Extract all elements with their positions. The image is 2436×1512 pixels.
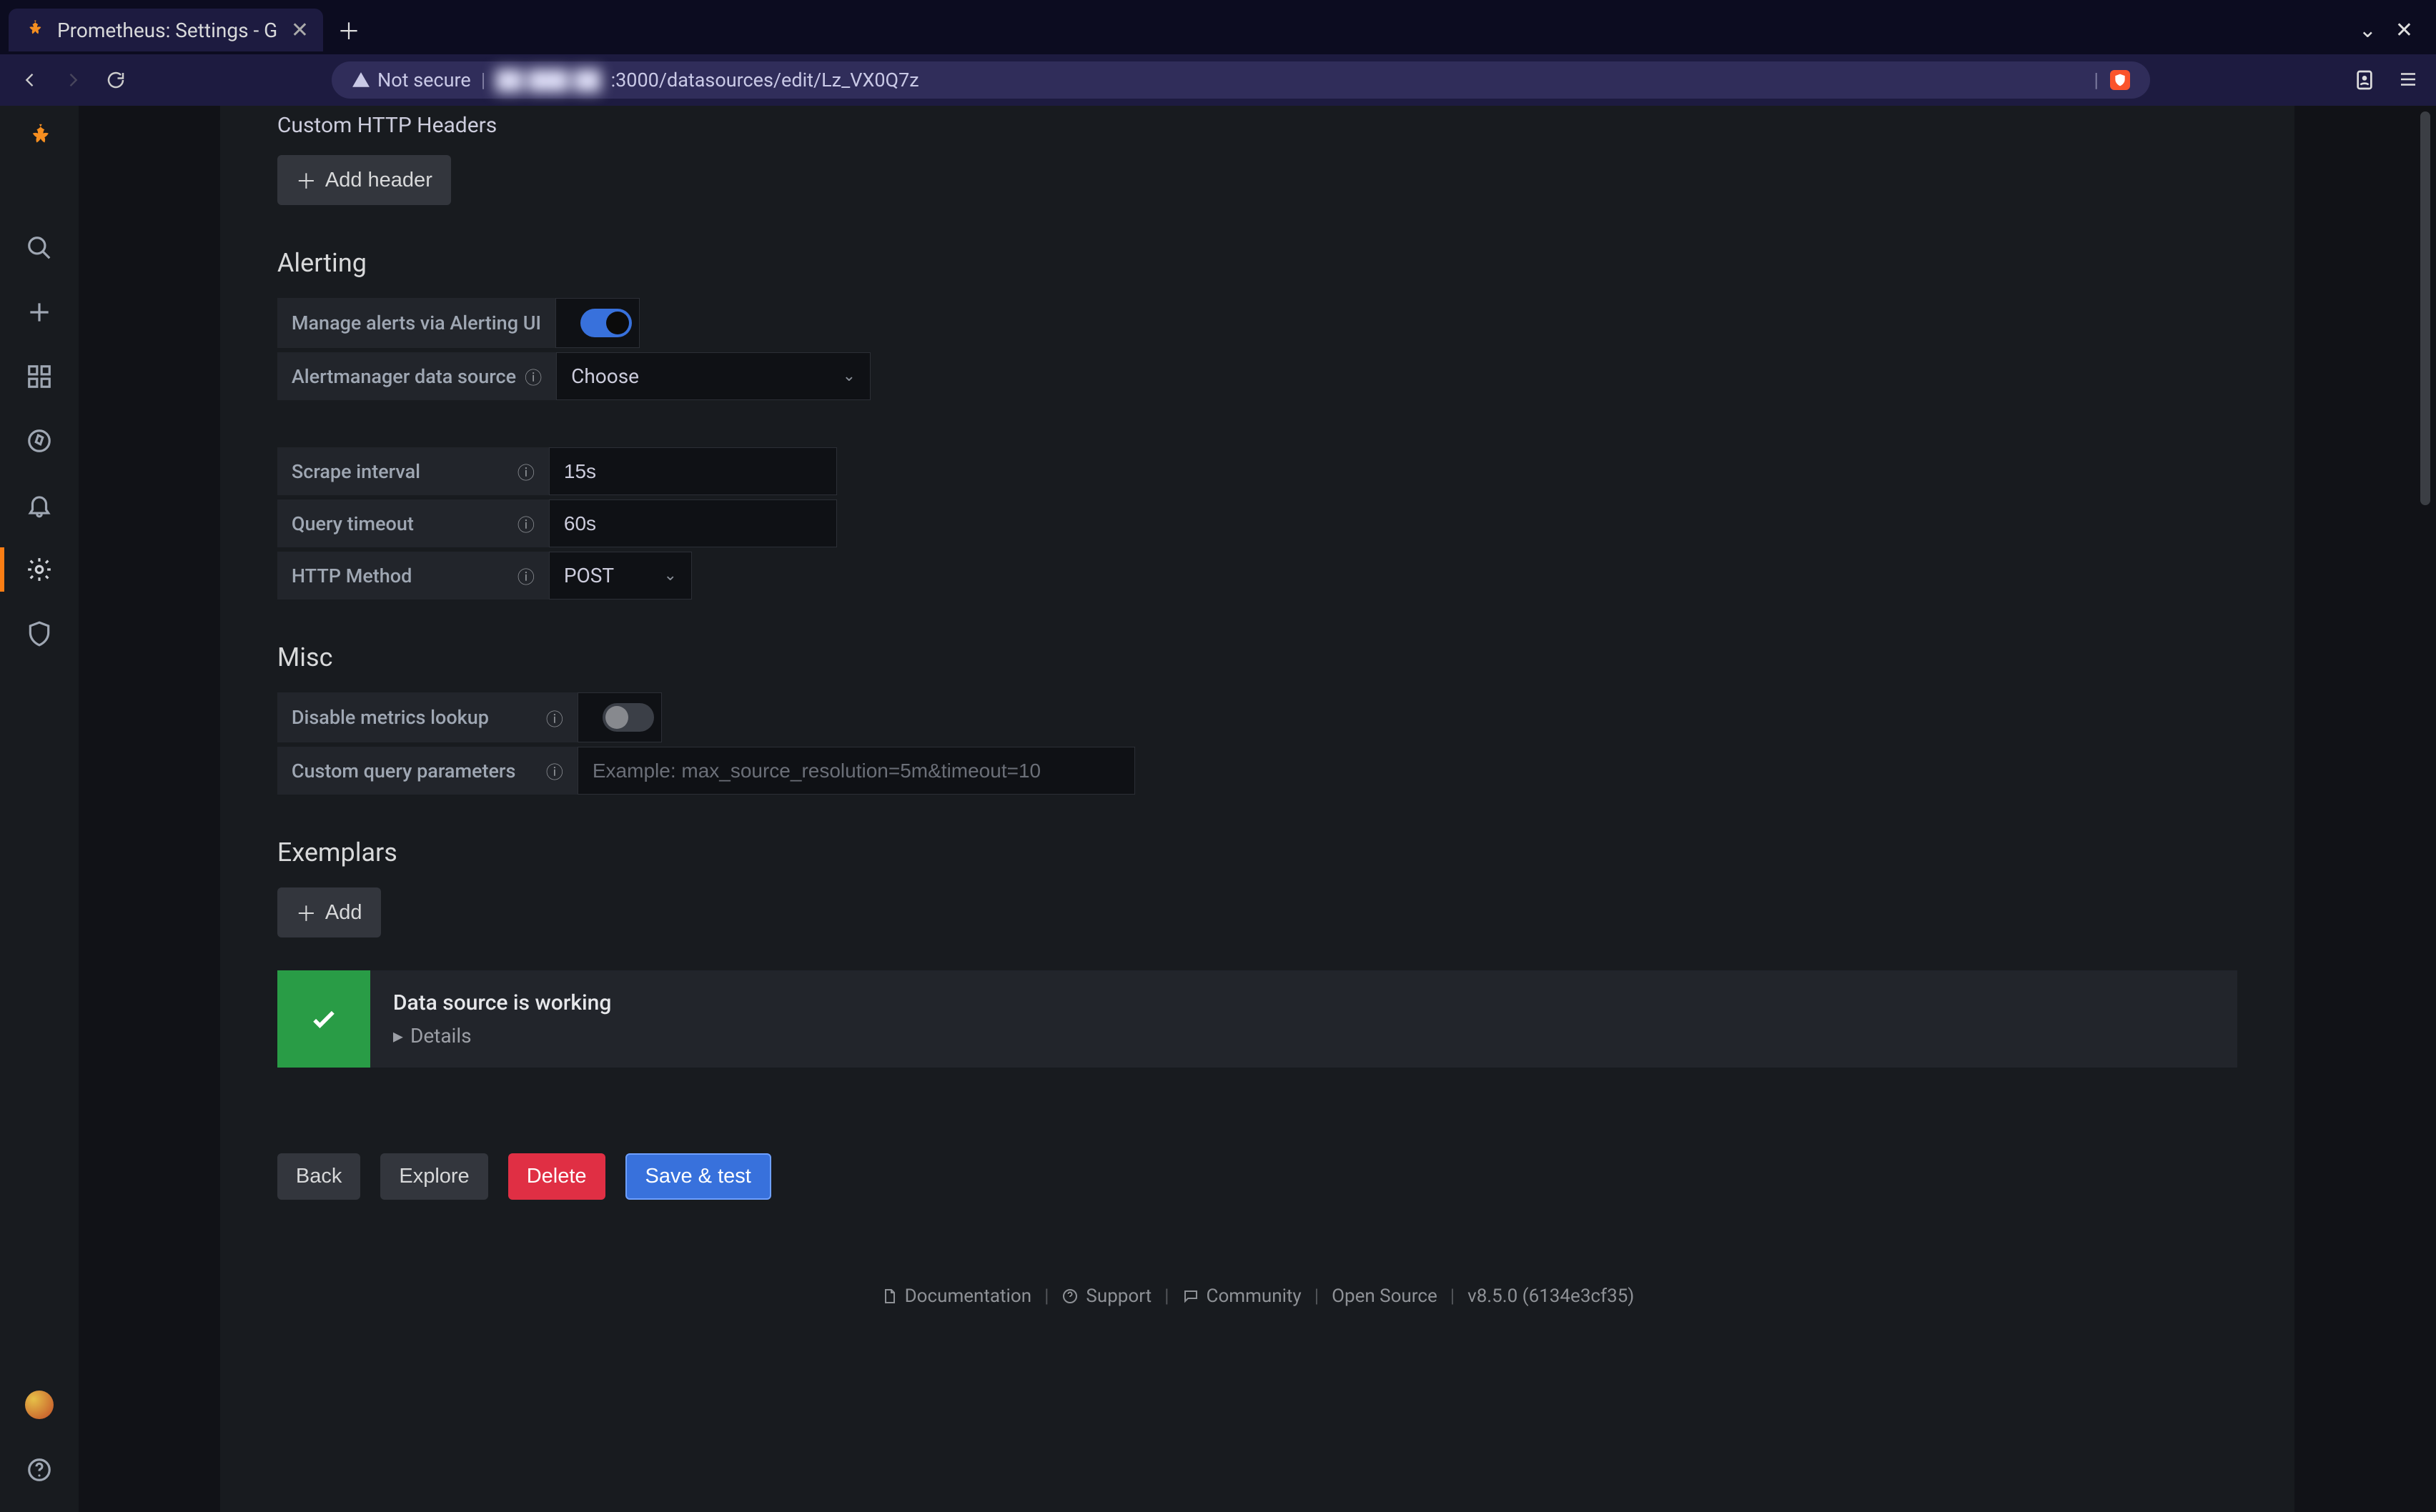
grafana-favicon [23, 19, 46, 41]
profile-icon[interactable] [2353, 69, 2376, 91]
window-close-icon[interactable]: ✕ [2395, 18, 2413, 43]
back-button[interactable]: Back [277, 1153, 360, 1200]
custom-params-input[interactable] [578, 747, 1135, 795]
user-avatar[interactable] [25, 1391, 54, 1419]
alert-title: Data source is working [393, 990, 2214, 1015]
browser-tab-strip: Prometheus: Settings - G ✕ ＋ ⌄ ✕ [0, 0, 2436, 54]
new-tab-button[interactable]: ＋ [337, 14, 360, 46]
exemplars-heading: Exemplars [277, 837, 2237, 867]
plus-icon: ＋ [296, 165, 317, 195]
grafana-logo-icon[interactable] [24, 123, 55, 154]
footer-documentation-link[interactable]: Documentation [881, 1285, 1031, 1307]
http-method-select[interactable]: POST ⌄ [549, 552, 692, 600]
custom-headers-heading: Custom HTTP Headers [277, 113, 2237, 138]
plus-icon: ＋ [296, 897, 317, 927]
info-icon[interactable]: ⓘ [525, 364, 542, 389]
configuration-icon[interactable] [26, 556, 53, 583]
nav-reload-button[interactable] [103, 67, 129, 93]
server-admin-icon[interactable] [26, 620, 53, 647]
scrollbar[interactable] [2420, 111, 2430, 1096]
community-icon [1182, 1288, 1199, 1305]
delete-button[interactable]: Delete [508, 1153, 605, 1200]
http-method-label: HTTP Method ⓘ [277, 552, 549, 600]
add-header-button[interactable]: ＋ Add header [277, 155, 451, 205]
url-path: :3000/datasources/edit/Lz_VX0Q7z [611, 69, 919, 91]
grafana-sidebar [0, 106, 79, 1512]
manage-alerts-label: Manage alerts via Alerting UI [277, 298, 555, 348]
browser-tab[interactable]: Prometheus: Settings - G ✕ [9, 9, 323, 51]
footer-support-link[interactable]: Support [1061, 1285, 1152, 1307]
alerting-icon[interactable] [26, 492, 53, 519]
search-icon[interactable] [26, 234, 53, 262]
brave-shield-icon[interactable] [2110, 70, 2130, 90]
chevron-down-icon: ⌄ [843, 367, 856, 385]
support-icon [1061, 1288, 1079, 1305]
scrape-interval-label: Scrape interval ⓘ [277, 447, 549, 495]
query-timeout-label: Query timeout ⓘ [277, 499, 549, 547]
manage-alerts-toggle[interactable] [580, 309, 632, 337]
nav-back-button[interactable] [17, 67, 43, 93]
doc-icon [881, 1288, 898, 1305]
info-icon[interactable]: ⓘ [518, 459, 535, 484]
alert-details-toggle[interactable]: ▸ Details [393, 1024, 2214, 1048]
browser-menu-icon[interactable] [2397, 69, 2419, 91]
add-exemplar-button[interactable]: ＋ Add [277, 887, 381, 937]
create-icon[interactable] [26, 299, 53, 326]
settings-form: Custom HTTP Headers ＋ Add header Alertin… [220, 106, 2294, 1512]
url-input[interactable]: Not secure | ██ ███ ██ :3000/datasources… [332, 61, 2150, 99]
help-icon[interactable] [26, 1456, 53, 1483]
url-host-blurred: ██ ███ ██ [495, 69, 600, 91]
check-icon [277, 970, 370, 1068]
scroll-thumb[interactable] [2420, 111, 2430, 505]
tab-close-icon[interactable]: ✕ [291, 18, 309, 43]
caret-right-icon: ▸ [393, 1024, 403, 1048]
info-icon[interactable]: ⓘ [546, 705, 563, 730]
footer-opensource-link[interactable]: Open Source [1332, 1285, 1437, 1307]
info-icon[interactable]: ⓘ [546, 758, 563, 783]
explore-icon[interactable] [26, 427, 53, 454]
page-footer: Documentation | Support | Comm [277, 1285, 2237, 1307]
explore-button[interactable]: Explore [380, 1153, 487, 1200]
disable-lookup-toggle[interactable] [603, 703, 654, 732]
chevron-down-icon: ⌄ [663, 567, 676, 585]
nav-forward-button[interactable] [60, 67, 86, 93]
browser-address-bar: Not secure | ██ ███ ██ :3000/datasources… [0, 54, 2436, 106]
info-icon[interactable]: ⓘ [518, 563, 535, 588]
info-icon[interactable]: ⓘ [518, 511, 535, 536]
status-alert: Data source is working ▸ Details [277, 970, 2237, 1068]
alertmanager-ds-select[interactable]: Choose ⌄ [556, 352, 871, 400]
query-timeout-input[interactable] [549, 499, 837, 547]
scrape-interval-input[interactable] [549, 447, 837, 495]
misc-heading: Misc [277, 642, 2237, 672]
save-test-button[interactable]: Save & test [625, 1153, 771, 1200]
dashboards-icon[interactable] [26, 363, 53, 390]
footer-community-link[interactable]: Community [1182, 1285, 1302, 1307]
tabs-chevron-icon[interactable]: ⌄ [2359, 18, 2377, 43]
alertmanager-ds-label: Alertmanager data source ⓘ [277, 352, 556, 400]
insecure-warning-icon [352, 71, 370, 89]
footer-version: v8.5.0 (6134e3cf35) [1467, 1285, 1634, 1307]
disable-lookup-label: Disable metrics lookup ⓘ [277, 692, 578, 742]
alerting-heading: Alerting [277, 248, 2237, 278]
custom-params-label: Custom query parameters ⓘ [277, 747, 578, 795]
insecure-label: Not secure [377, 69, 471, 91]
browser-tab-title: Prometheus: Settings - G [57, 19, 279, 42]
